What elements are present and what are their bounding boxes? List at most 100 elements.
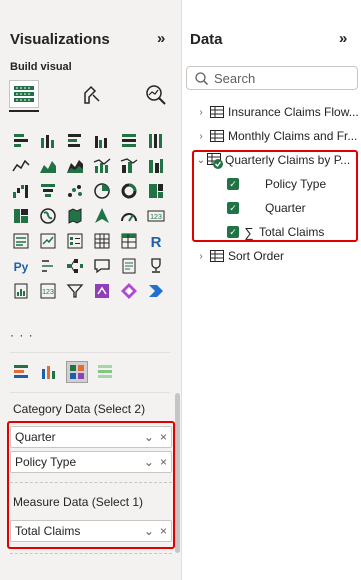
- grid-divider: [10, 352, 170, 353]
- power-apps-icon[interactable]: [91, 280, 113, 302]
- trophy-goals-icon[interactable]: [145, 255, 167, 277]
- chevron-down-icon[interactable]: ⌄: [144, 430, 154, 444]
- stacked-bar-chart-icon[interactable]: [10, 130, 32, 152]
- card-icon[interactable]: 123: [145, 205, 167, 227]
- line-and-stacked-column-chart-icon[interactable]: [118, 155, 140, 177]
- treemap-icon[interactable]: [145, 180, 167, 202]
- 100-stacked-bar-chart-icon[interactable]: [118, 130, 140, 152]
- waterfall-chart-icon[interactable]: [10, 180, 32, 202]
- clustered-bar-chart-icon[interactable]: [64, 130, 86, 152]
- category-data-label: Category Data (Select 2): [13, 402, 146, 416]
- format-visual-tab[interactable]: [76, 80, 106, 108]
- build-visual-tab[interactable]: [9, 80, 39, 108]
- chevron-right-icon[interactable]: ›: [195, 251, 207, 262]
- checkbox-checked-icon[interactable]: ✓: [227, 178, 239, 190]
- chevron-down-icon[interactable]: ⌄: [144, 524, 154, 538]
- custom-filter-icon[interactable]: [64, 280, 86, 302]
- custom-visual-4-icon[interactable]: [94, 361, 116, 383]
- power-automate-icon[interactable]: [145, 280, 167, 302]
- chevron-down-icon[interactable]: ⌄: [144, 455, 154, 469]
- build-visual-icon: [14, 86, 34, 102]
- visualizations-pane: Visualizations » Build visual 123 R Py 1…: [0, 0, 182, 580]
- close-icon[interactable]: ×: [160, 524, 167, 538]
- svg-text:123: 123: [42, 289, 54, 296]
- table-label: Quarterly Claims by P...: [225, 153, 351, 167]
- key-influencers-icon[interactable]: [37, 255, 59, 277]
- paginated-report-icon[interactable]: [10, 280, 32, 302]
- r-script-visual-icon[interactable]: R: [145, 230, 167, 252]
- field-row-policy-type[interactable]: ✓ Policy Type: [227, 172, 326, 196]
- viz-pane-scrollbar[interactable]: [175, 393, 180, 553]
- power-automate-diamond-icon[interactable]: [118, 280, 140, 302]
- format-paintbrush-icon: [84, 85, 100, 104]
- slicer-icon[interactable]: [64, 230, 86, 252]
- chevron-right-icon[interactable]: ›: [195, 131, 207, 142]
- in-use-check-icon: [213, 159, 223, 169]
- field-row-total-claims[interactable]: ✓ ∑ Total Claims: [227, 220, 324, 244]
- section-divider: [10, 392, 170, 393]
- scatter-chart-icon[interactable]: [64, 180, 86, 202]
- narrative-icon[interactable]: [118, 255, 140, 277]
- filled-map-icon[interactable]: [64, 205, 86, 227]
- table-label: Monthly Claims and Fr...: [228, 129, 358, 143]
- field-label: Quarter: [265, 201, 306, 215]
- kpi-icon[interactable]: [37, 230, 59, 252]
- checkbox-checked-icon[interactable]: ✓: [227, 226, 239, 238]
- checkbox-checked-icon[interactable]: ✓: [227, 202, 239, 214]
- matrix-visual-icon[interactable]: [118, 230, 140, 252]
- collapse-data-icon[interactable]: »: [339, 30, 348, 47]
- stacked-column-chart-icon[interactable]: [37, 130, 59, 152]
- funnel-chart-icon[interactable]: [37, 180, 59, 202]
- analytics-tab[interactable]: [141, 80, 171, 108]
- ribbon-chart-icon[interactable]: [145, 155, 167, 177]
- table-row-quarterly-claims[interactable]: ⌄ Quarterly Claims by P...: [195, 148, 355, 172]
- close-icon[interactable]: ×: [160, 430, 167, 444]
- qna-icon[interactable]: [91, 255, 113, 277]
- chevron-down-icon[interactable]: ⌄: [195, 155, 207, 166]
- multi-row-card-icon[interactable]: [10, 230, 32, 252]
- field-label: Policy Type: [15, 455, 77, 469]
- azure-map-icon[interactable]: [91, 205, 113, 227]
- data-title: Data: [190, 31, 223, 48]
- table-icon: [210, 250, 224, 262]
- table-visual-icon[interactable]: [91, 230, 113, 252]
- field-label: Policy Type: [265, 177, 327, 191]
- decomposition-tree-icon[interactable]: [64, 255, 86, 277]
- more-visuals-ellipsis[interactable]: · · ·: [10, 328, 34, 342]
- table-row-sort-order[interactable]: › Sort Order: [195, 244, 359, 268]
- field-row-quarter[interactable]: ✓ Quarter: [227, 196, 306, 220]
- measure-field-total-claims[interactable]: Total Claims ⌄ ×: [10, 520, 172, 542]
- 100-stacked-column-chart-icon[interactable]: [145, 130, 167, 152]
- line-chart-icon[interactable]: [10, 155, 32, 177]
- clustered-column-chart-icon[interactable]: [91, 130, 113, 152]
- build-visual-label: Build visual: [10, 61, 72, 73]
- category-field-policy-type[interactable]: Policy Type ⌄ ×: [10, 451, 172, 473]
- gauge-icon[interactable]: [118, 205, 140, 227]
- field-label: Total Claims: [15, 524, 81, 538]
- table-checked-icon-wrap: [207, 153, 225, 169]
- python-visual-icon[interactable]: Py: [10, 255, 32, 277]
- metrics-icon[interactable]: 123: [37, 280, 59, 302]
- well-separator: [10, 482, 172, 483]
- map-icon[interactable]: [37, 205, 59, 227]
- collapse-visualizations-icon[interactable]: »: [157, 30, 166, 47]
- category-field-quarter[interactable]: Quarter ⌄ ×: [10, 426, 172, 448]
- search-icon: [195, 71, 208, 85]
- table-row-monthly-claims[interactable]: › Monthly Claims and Fr...: [195, 124, 359, 148]
- sigma-icon: ∑: [244, 224, 254, 240]
- custom-visual-2-icon[interactable]: [38, 361, 60, 383]
- donut-chart-icon[interactable]: [118, 180, 140, 202]
- custom-visual-1-icon[interactable]: [10, 361, 32, 383]
- table-row-insurance-claims[interactable]: › Insurance Claims Flow...: [195, 100, 359, 124]
- line-and-column-chart-icon[interactable]: [91, 155, 113, 177]
- close-icon[interactable]: ×: [160, 455, 167, 469]
- table-icon: [210, 130, 224, 142]
- search-input[interactable]: Search: [186, 66, 358, 90]
- chevron-right-icon[interactable]: ›: [195, 107, 207, 118]
- custom-visual-3-icon[interactable]: [66, 361, 88, 383]
- stacked-area-chart-icon[interactable]: [64, 155, 86, 177]
- pie-chart-icon[interactable]: [91, 180, 113, 202]
- matrix-chart-icon[interactable]: [10, 205, 32, 227]
- field-label: Total Claims: [259, 225, 325, 239]
- area-chart-icon[interactable]: [37, 155, 59, 177]
